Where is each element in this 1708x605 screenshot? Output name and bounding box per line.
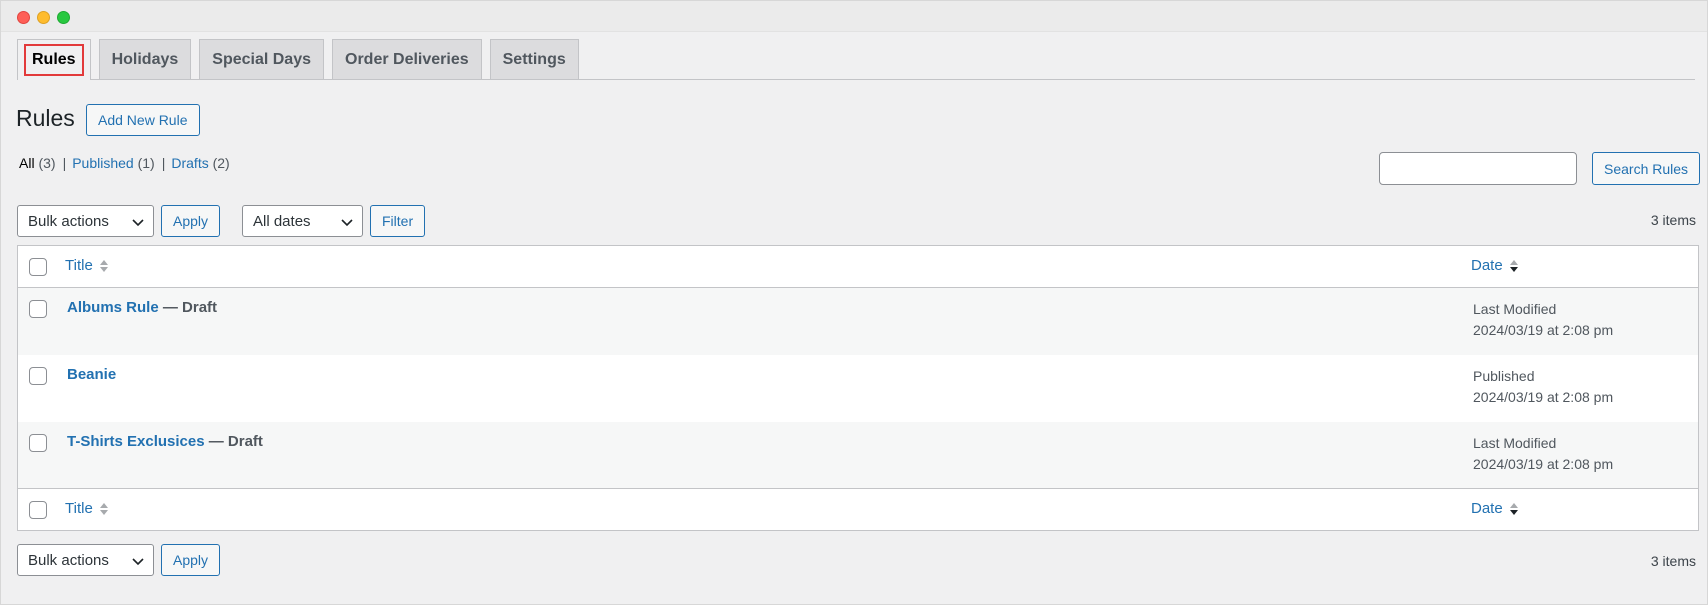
title-bar [1, 1, 1707, 32]
add-new-rule-button[interactable]: Add New Rule [86, 104, 200, 136]
row-checkbox[interactable] [29, 434, 47, 452]
row-date: Published 2024/03/19 at 2:08 pm [1473, 368, 1614, 405]
row-title: Albums Rule — Draft [67, 299, 217, 316]
row-checkbox[interactable] [29, 300, 47, 318]
search-input[interactable] [1379, 152, 1577, 185]
row-checkbox[interactable] [29, 367, 47, 385]
tab-special-days-label: Special Days [212, 50, 311, 68]
rule-title-link[interactable]: T-Shirts Exclusices [67, 433, 205, 450]
chevron-down-icon [341, 219, 353, 227]
row-date: Last Modified 2024/03/19 at 2:08 pm [1473, 435, 1614, 472]
sort-desc-icon [1509, 502, 1518, 515]
row-date: Last Modified 2024/03/19 at 2:08 pm [1473, 301, 1614, 338]
items-count-bottom: 3 items [1650, 553, 1696, 569]
view-all[interactable]: All (3) [19, 155, 56, 171]
select-all-checkbox-footer[interactable] [29, 501, 47, 519]
date-column-header[interactable]: Date [1471, 257, 1519, 274]
tab-holidays-label: Holidays [111, 50, 179, 68]
tab-order-deliveries-label: Order Deliveries [345, 50, 469, 68]
sort-both-icon [99, 502, 108, 515]
tab-settings-label: Settings [502, 50, 566, 68]
view-filters: All (3) | Published (1) | Drafts (2) [19, 155, 230, 171]
app-window: Rules Holidays Special Days Order Delive… [0, 0, 1708, 605]
items-count-top: 3 items [1650, 212, 1696, 228]
table-header: Title Date [18, 246, 1698, 288]
tab-settings[interactable]: Settings [489, 39, 579, 79]
row-title: T-Shirts Exclusices — Draft [67, 433, 263, 450]
select-all-checkbox[interactable] [29, 258, 47, 276]
filter-button[interactable]: Filter [370, 205, 426, 237]
tab-order-deliveries[interactable]: Order Deliveries [332, 39, 482, 79]
title-column-header[interactable]: Title [65, 257, 109, 274]
rule-state: — Draft [158, 299, 218, 316]
chevron-down-icon [132, 558, 144, 566]
sort-desc-icon [1509, 259, 1518, 272]
tab-special-days[interactable]: Special Days [199, 39, 324, 79]
rule-title-link[interactable]: Albums Rule [67, 299, 159, 316]
apply-button-bottom[interactable]: Apply [161, 544, 221, 576]
page-title: Rules [16, 105, 75, 131]
title-column-footer[interactable]: Title [65, 500, 109, 517]
rule-state: — Draft [204, 433, 263, 450]
tab-bar: Rules Holidays Special Days Order Delive… [17, 39, 1695, 80]
tab-rules[interactable]: Rules [17, 39, 91, 80]
view-drafts[interactable]: Drafts (2) [171, 155, 229, 171]
search-rules-button[interactable]: Search Rules [1592, 152, 1701, 185]
table-footer: Title Date [18, 488, 1698, 530]
apply-button-top[interactable]: Apply [161, 205, 221, 237]
table-row: Albums Rule — Draft Last Modified 2024/0… [18, 288, 1698, 355]
view-published[interactable]: Published (1) [72, 155, 155, 171]
row-title: Beanie [67, 366, 116, 383]
chevron-down-icon [132, 219, 144, 227]
dates-select[interactable]: All dates [242, 205, 363, 237]
rule-title-link[interactable]: Beanie [67, 366, 116, 383]
maximize-window-button[interactable] [57, 11, 70, 24]
minimize-window-button[interactable] [37, 11, 50, 24]
bulk-actions-select-bottom[interactable]: Bulk actions [17, 544, 154, 576]
rules-table: Title Date Albums Rule — Draft Last Modi… [17, 245, 1699, 531]
bulk-actions-select-top[interactable]: Bulk actions [17, 205, 154, 237]
tab-holidays[interactable]: Holidays [98, 39, 192, 79]
sort-both-icon [99, 259, 108, 272]
date-column-footer[interactable]: Date [1471, 500, 1519, 517]
table-row: T-Shirts Exclusices — Draft Last Modifie… [18, 422, 1698, 489]
tab-rules-label: Rules [24, 44, 84, 76]
table-row: Beanie Published 2024/03/19 at 2:08 pm [18, 355, 1698, 422]
close-window-button[interactable] [17, 11, 30, 24]
